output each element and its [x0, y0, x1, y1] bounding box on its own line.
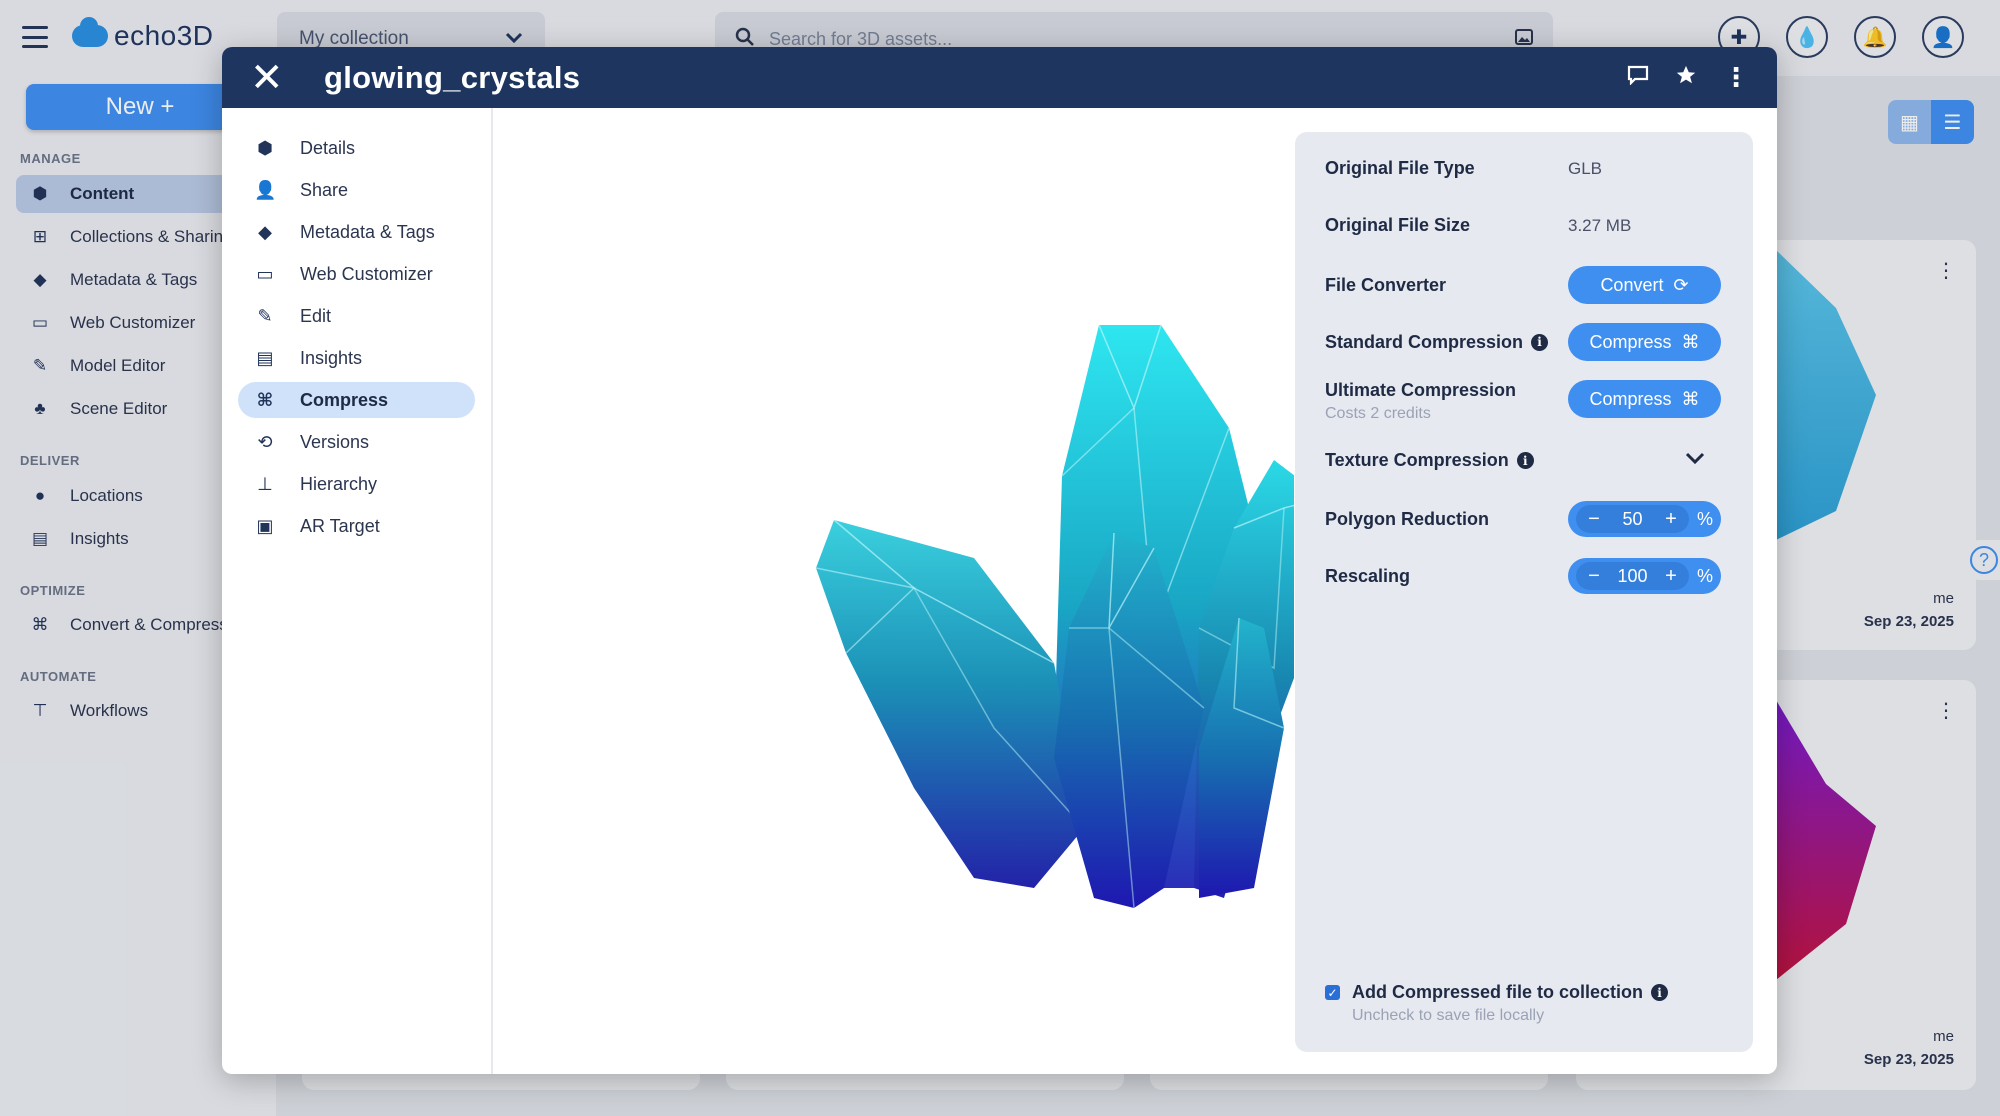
compress-icon: ⌘ — [1681, 331, 1700, 352]
comment-icon[interactable] — [1627, 65, 1649, 91]
percent-symbol: % — [1696, 565, 1713, 586]
hierarchy-icon: ⊥ — [257, 473, 273, 494]
chart-icon: ▤ — [256, 347, 274, 368]
decrement-button[interactable]: − — [1584, 565, 1604, 588]
crystal-model — [815, 324, 1294, 909]
tag-icon: ◆ — [258, 221, 272, 242]
nav-item-web-customizer[interactable]: ▭ Web Customizer — [238, 256, 475, 292]
pencil-icon: ✎ — [257, 305, 273, 326]
nav-item-details[interactable]: ⬢ Details — [238, 130, 475, 166]
polygon-reduction-stepper[interactable]: − 50 + % — [1568, 501, 1721, 537]
nav-item-versions[interactable]: ⟲ Versions — [238, 424, 475, 460]
texture-compression-label: Texture Compression — [1325, 450, 1509, 470]
chevron-down-icon[interactable] — [1685, 451, 1705, 470]
nav-item-metadata[interactable]: ◆ Metadata & Tags — [238, 214, 475, 250]
increment-button[interactable]: + — [1661, 508, 1681, 531]
info-icon[interactable]: i — [1651, 984, 1669, 1001]
cube-icon: ⬢ — [257, 137, 273, 158]
nav-item-share[interactable]: 👤 Share — [238, 172, 475, 208]
file-size-label: Original File Size — [1325, 215, 1471, 235]
add-to-collection-sub: Uncheck to save file locally — [1352, 1007, 1545, 1024]
rescaling-stepper[interactable]: − 100 + % — [1568, 558, 1721, 594]
file-size-value: 3.27 MB — [1568, 215, 1632, 235]
nav-item-insights[interactable]: ▤ Insights — [238, 340, 475, 376]
ultimate-compression-cost: Costs 2 credits — [1325, 405, 1431, 422]
add-to-collection-option: ✓ Add Compressed file to collection i Un… — [1325, 982, 1725, 1025]
vr-goggles-icon: ▭ — [256, 263, 274, 284]
add-to-collection-label: Add Compressed file to collection — [1352, 982, 1644, 1002]
decrement-button[interactable]: − — [1584, 508, 1604, 531]
rescaling-label: Rescaling — [1325, 565, 1411, 586]
model-viewer[interactable] — [494, 108, 1294, 1074]
asset-modal: ✕ glowing_crystals ⋮ ⬢ Details 👤 Share ◆ Me… — [222, 47, 1777, 1074]
polygon-reduction-value[interactable]: 50 — [1622, 509, 1642, 530]
nav-item-compress[interactable]: ⌘ Compress — [238, 382, 475, 418]
info-icon[interactable]: i — [1516, 452, 1534, 469]
file-type-value: GLB — [1568, 158, 1603, 178]
add-user-icon: 👤 — [254, 179, 277, 200]
star-icon[interactable] — [1675, 64, 1697, 92]
modal-title: glowing_crystals — [324, 59, 581, 95]
texture-compression-toggle[interactable]: Texture Compression i — [1325, 450, 1725, 471]
standard-compress-button[interactable]: Compress ⌘ — [1568, 323, 1721, 361]
file-converter-label: File Converter — [1325, 274, 1447, 295]
ultimate-compress-button[interactable]: Compress ⌘ — [1568, 380, 1721, 418]
modal-header: ✕ glowing_crystals ⋮ — [222, 47, 1777, 108]
nav-item-hierarchy[interactable]: ⊥ Hierarchy — [238, 466, 475, 502]
versions-icon: ⟲ — [257, 431, 273, 452]
nav-item-ar-target[interactable]: ▣ AR Target — [238, 508, 475, 544]
rescaling-value[interactable]: 100 — [1617, 566, 1647, 587]
more-options-icon[interactable]: ⋮ — [1723, 62, 1749, 93]
info-icon[interactable]: i — [1531, 333, 1549, 351]
compress-icon: ⌘ — [256, 389, 274, 410]
compress-icon: ⌘ — [1681, 388, 1700, 409]
modal-nav: ⬢ Details 👤 Share ◆ Metadata & Tags ▭ Web Cu… — [222, 108, 493, 1074]
compress-panel: Original File Type GLB Original File Siz… — [1295, 132, 1753, 1052]
refresh-icon: ⟳ — [1673, 274, 1689, 295]
percent-symbol: % — [1696, 508, 1713, 529]
qr-icon: ▣ — [256, 515, 274, 536]
standard-compression-label: Standard Compression — [1325, 331, 1524, 352]
increment-button[interactable]: + — [1661, 565, 1681, 588]
convert-button[interactable]: Convert ⟳ — [1568, 266, 1721, 304]
nav-item-edit[interactable]: ✎ Edit — [238, 298, 475, 334]
file-type-label: Original File Type — [1325, 158, 1475, 178]
polygon-reduction-label: Polygon Reduction — [1325, 508, 1489, 529]
close-icon[interactable]: ✕ — [250, 58, 290, 98]
ultimate-compression-label: Ultimate Compression — [1325, 380, 1517, 400]
add-to-collection-checkbox[interactable]: ✓ — [1325, 985, 1340, 1000]
